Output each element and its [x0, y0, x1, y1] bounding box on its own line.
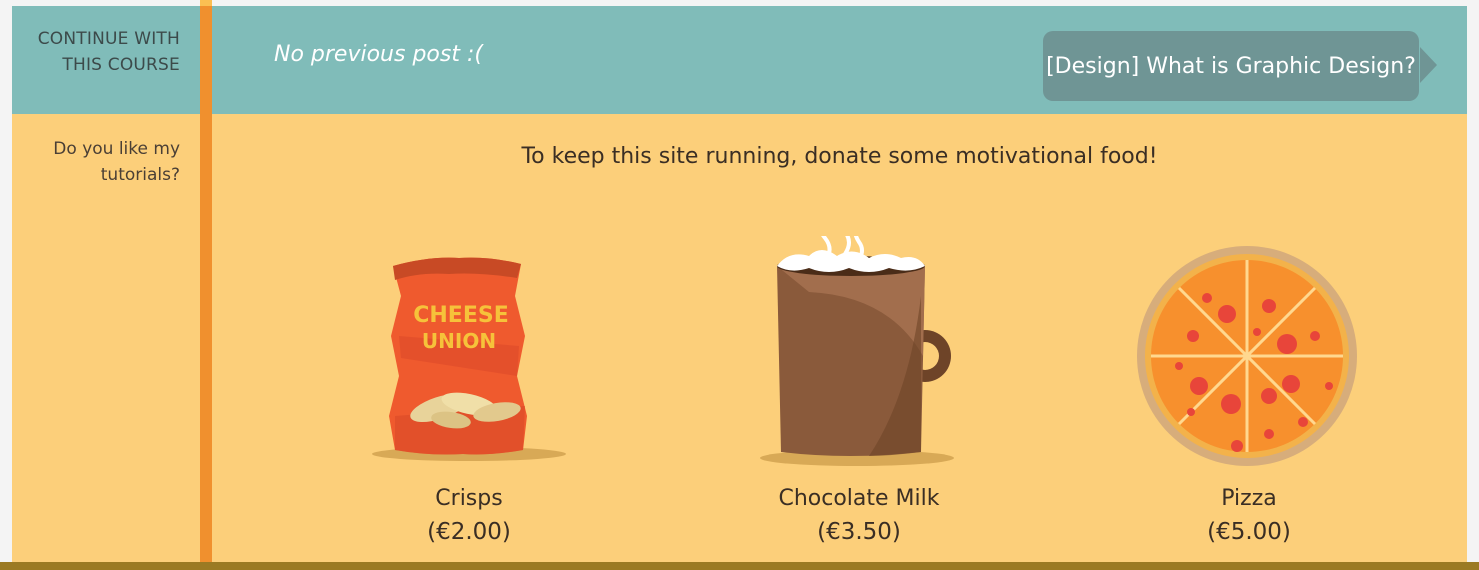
next-arrow-icon[interactable]	[1420, 47, 1437, 83]
continue-course-label: CONTINUE WITH THIS COURSE	[37, 29, 180, 75]
crisps-name: Crisps	[435, 486, 503, 511]
crisps-bag-icon: CHEESE UNION	[372, 257, 566, 461]
svg-text:UNION: UNION	[422, 329, 496, 353]
pizza-icon	[1137, 246, 1357, 466]
crisps-price: (€2.00)	[427, 519, 511, 545]
course-footer: CONTINUE WITH THIS COURSE No previous po…	[12, 0, 1467, 570]
chocolate-milk-mug-icon	[760, 236, 954, 466]
next-post-button[interactable]: [Design] What is Graphic Design?	[1043, 31, 1419, 101]
previous-post-text: No previous post :(	[274, 42, 483, 67]
tutorials-question: Do you like my tutorials?	[53, 139, 180, 185]
pizza-price: (€5.00)	[1207, 519, 1291, 545]
chocolate-milk-price: (€3.50)	[817, 519, 901, 545]
pizza-name: Pizza	[1221, 486, 1277, 511]
chocolate-milk-name: Chocolate Milk	[778, 486, 940, 511]
donate-item-chocolate-milk[interactable]: Chocolate Milk (€3.50)	[729, 236, 989, 556]
donate-item-pizza[interactable]: Pizza (€5.00)	[1119, 236, 1379, 556]
next-post-label: [Design] What is Graphic Design?	[1046, 53, 1416, 79]
course-navigation-bar: CONTINUE WITH THIS COURSE No previous po…	[12, 6, 1467, 114]
donate-title: To keep this site running, donate some m…	[521, 144, 1158, 169]
page-bottom-border	[0, 562, 1479, 570]
orange-divider-stripe	[200, 0, 212, 570]
crisps-brand-text: CHEESE	[413, 303, 509, 328]
donate-item-crisps[interactable]: CHEESE UNION Crisps (€2.00)	[339, 236, 599, 556]
